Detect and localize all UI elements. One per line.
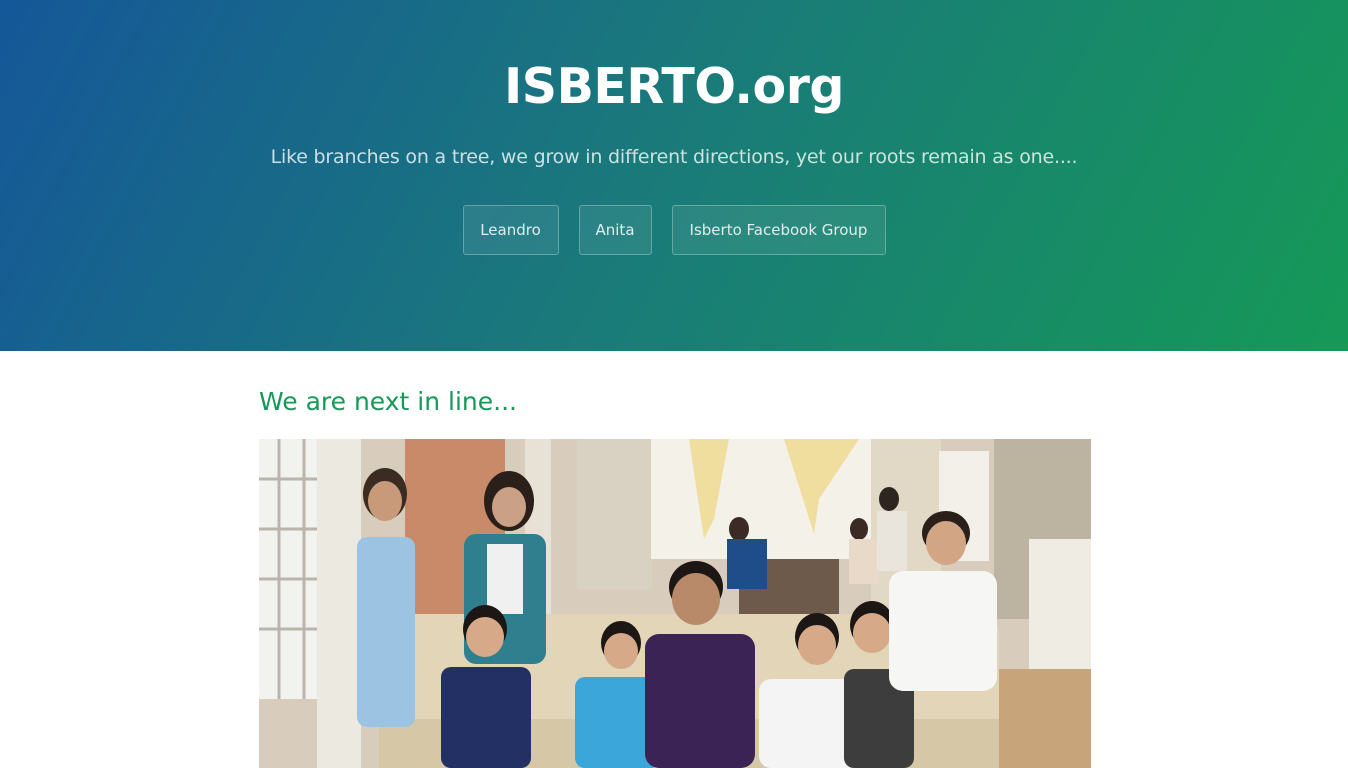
page-header: ISBERTO.org Like branches on a tree, we … — [0, 0, 1348, 351]
header-button-row: Leandro Anita Isberto Facebook Group — [0, 205, 1348, 255]
section-heading: We are next in line... — [259, 387, 517, 416]
family-photo — [259, 439, 1091, 768]
family-photo-illustration — [259, 439, 1091, 768]
leandro-button[interactable]: Leandro — [462, 205, 559, 255]
site-tagline: Like branches on a tree, we grow in diff… — [270, 146, 1078, 168]
site-title[interactable]: ISBERTO.org — [0, 58, 1348, 115]
facebook-group-button[interactable]: Isberto Facebook Group — [671, 205, 886, 255]
anita-button[interactable]: Anita — [578, 205, 652, 255]
